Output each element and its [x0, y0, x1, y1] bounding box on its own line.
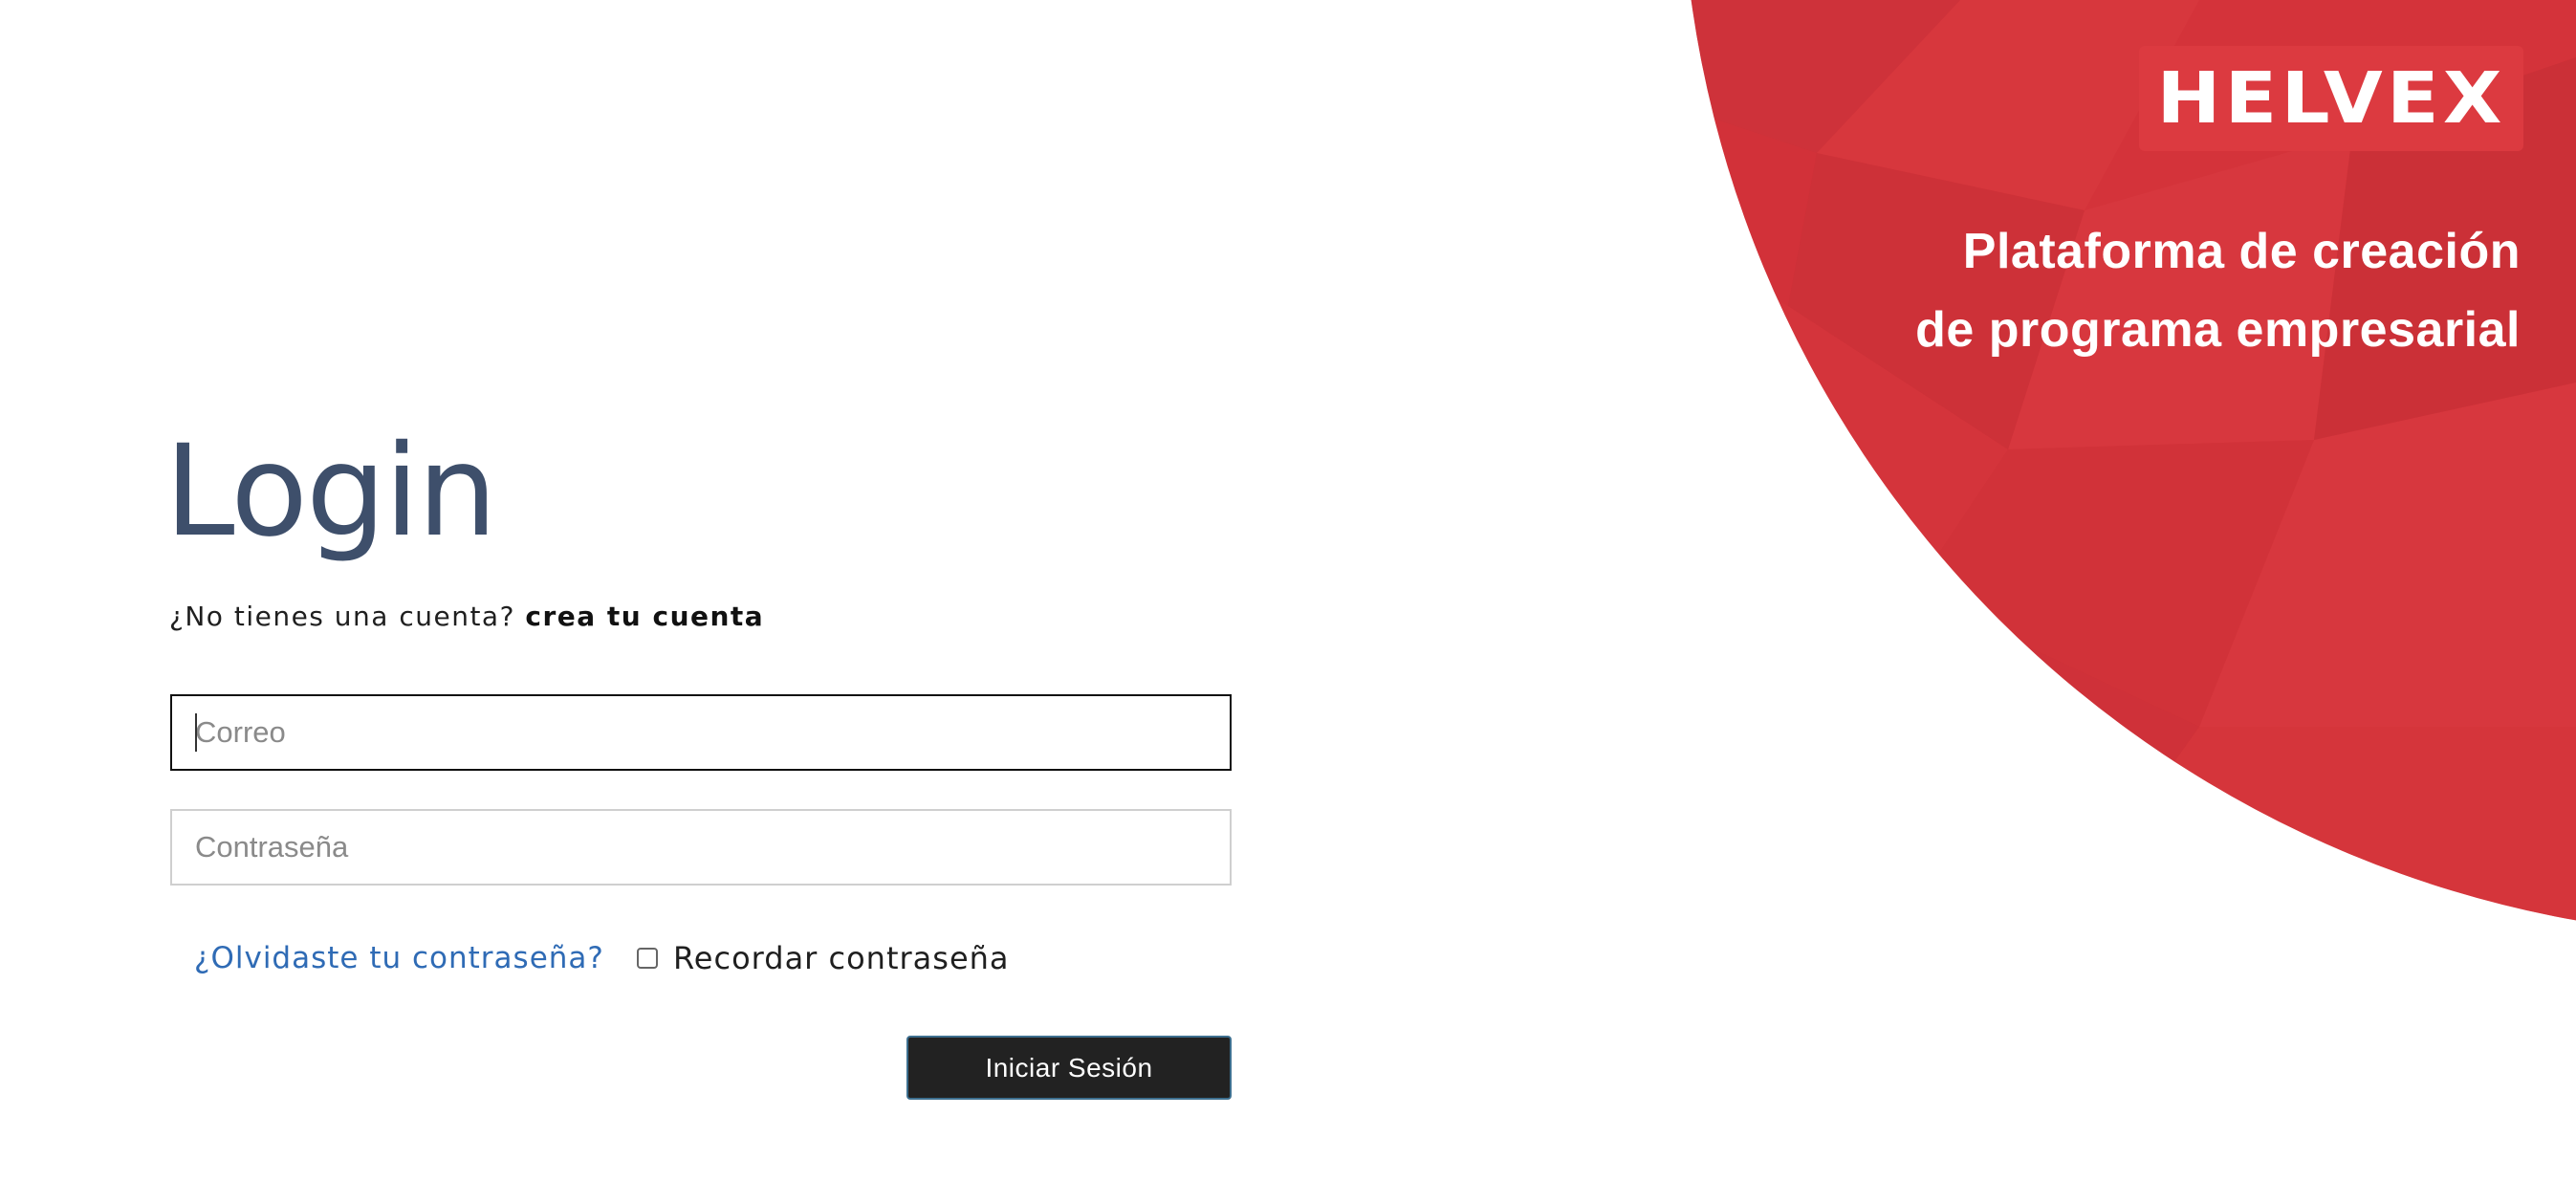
brand-tagline: Plataforma de creación de programa empre…	[1660, 212, 2521, 369]
page-title: Login	[164, 418, 497, 565]
email-field[interactable]	[170, 694, 1232, 771]
forgot-password-link[interactable]: ¿Olvidaste tu contraseña?	[194, 941, 604, 975]
remember-password-label: Recordar contraseña	[673, 940, 1010, 976]
create-account-link[interactable]: crea tu cuenta	[525, 601, 764, 632]
helvex-logo: HELVEX	[2139, 46, 2523, 151]
remember-password-option[interactable]: Recordar contraseña	[637, 940, 1010, 976]
login-button[interactable]: Iniciar Sesión	[906, 1036, 1232, 1100]
tagline-line-1: Plataforma de creación	[1962, 224, 2521, 279]
tagline-line-2: de programa empresarial	[1915, 302, 2521, 358]
text-cursor	[195, 713, 197, 752]
signup-prompt: ¿No tienes una cuenta? crea tu cuenta	[169, 601, 764, 632]
password-field[interactable]	[170, 809, 1232, 886]
no-account-text: ¿No tienes una cuenta?	[169, 601, 515, 632]
remember-password-checkbox[interactable]	[637, 948, 658, 969]
login-page: HELVEX Plataforma de creación de program…	[0, 0, 2576, 1203]
logo-text: HELVEX	[2156, 57, 2506, 140]
